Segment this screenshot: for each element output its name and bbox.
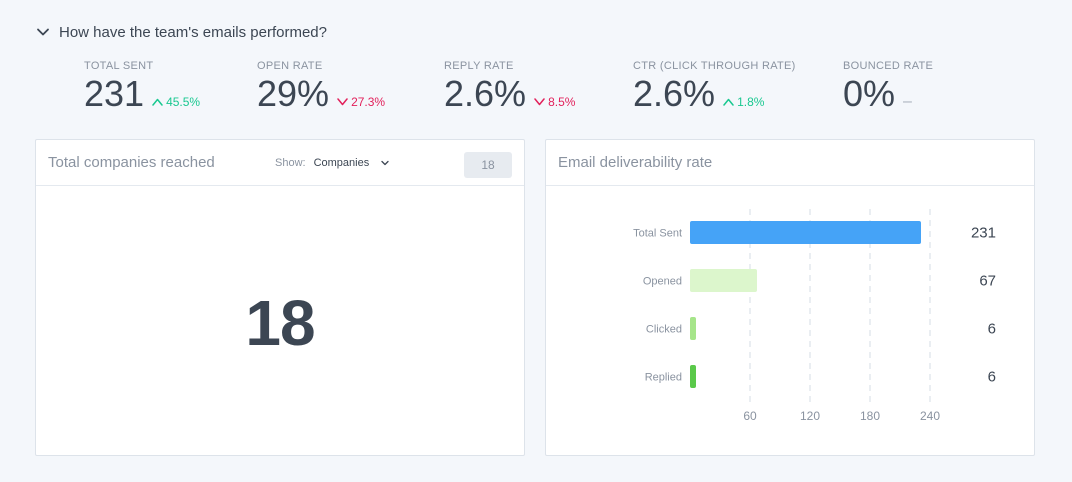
show-label: Show:	[275, 157, 306, 169]
stat-delta: 1.8%	[723, 95, 764, 109]
show-select[interactable]: Companies	[314, 157, 391, 169]
companies-total: 18	[245, 287, 315, 359]
stat-label: OPEN RATE	[257, 60, 323, 72]
stat-label: BOUNCED RATE	[843, 60, 934, 72]
arrow-up-icon	[723, 98, 734, 106]
card-header: Total companies reached Show: Companies …	[36, 140, 524, 186]
bar	[690, 317, 696, 340]
stat-total-sent: TOTAL SENT 231 45.5%	[84, 60, 200, 114]
arrow-down-icon	[337, 98, 348, 106]
section-toggle[interactable]: How have the team's emails performed?	[36, 20, 327, 44]
chevron-down-icon	[380, 158, 390, 168]
stat-delta: 45.5%	[152, 95, 200, 109]
bar-value-label: 6	[988, 369, 996, 386]
x-tick-label: 60	[743, 409, 757, 423]
stat-delta: 27.3%	[337, 95, 385, 109]
bar-category-label: Replied	[645, 372, 682, 384]
stat-delta: 8.5%	[534, 95, 575, 109]
stat-value: 29%	[257, 73, 330, 114]
bar-category-label: Clicked	[646, 324, 682, 336]
arrow-up-icon	[152, 98, 163, 106]
card-title: Email deliverability rate	[558, 154, 713, 171]
bar-value-label: 67	[979, 273, 996, 290]
section-title: How have the team's emails performed?	[59, 23, 327, 41]
deliverability-card: Email deliverability rate Total Sent 231 O…	[545, 139, 1035, 456]
stat-value: 0%	[843, 73, 896, 114]
stat-value: 2.6%	[444, 73, 527, 114]
show-filter: Show: Companies	[275, 140, 390, 186]
stat-label: CTR (CLICK THROUGH RATE)	[633, 60, 796, 72]
x-tick-label: 240	[920, 409, 940, 423]
stat-delta: –	[903, 93, 912, 111]
stat-delta-value: 8.5%	[548, 95, 576, 109]
stat-bounced-rate: BOUNCED RATE 0% –	[843, 60, 933, 114]
companies-card: Total companies reached Show: Companies …	[35, 139, 525, 456]
stat-value: 2.6%	[633, 73, 716, 114]
stat-delta-value: 45.5%	[166, 95, 201, 109]
x-tick-label: 120	[800, 409, 820, 423]
stat-ctr: CTR (CLICK THROUGH RATE) 2.6% 1.8%	[633, 60, 796, 114]
arrow-down-icon	[534, 98, 545, 106]
bar-value-label: 6	[988, 321, 996, 338]
bar	[690, 365, 696, 388]
bar	[690, 269, 757, 292]
count-badge: 18	[464, 152, 512, 178]
deliverability-chart: Total Sent 231 Opened 67 Clicked 6 Replied 6 60 1…	[546, 187, 1034, 455]
bar-category-label: Total Sent	[633, 228, 682, 240]
stat-label: REPLY RATE	[444, 60, 514, 72]
card-title: Total companies reached	[48, 154, 215, 171]
chevron-down-icon	[36, 25, 50, 39]
stat-delta-value: 1.8%	[737, 95, 765, 109]
stat-delta-value: 27.3%	[351, 95, 386, 109]
bar-category-label: Opened	[643, 276, 682, 288]
stat-value: 231	[84, 73, 145, 114]
stat-delta-value: –	[903, 93, 912, 110]
bar-value-label: 231	[971, 225, 996, 242]
stat-reply-rate: REPLY RATE 2.6% 8.5%	[444, 60, 575, 114]
show-select-value: Companies	[313, 157, 370, 169]
card-header: Email deliverability rate	[546, 140, 1034, 186]
x-tick-label: 180	[860, 409, 880, 423]
bar	[690, 221, 921, 244]
deliverability-chart-svg: Total Sent 231 Opened 67 Clicked 6 Replied 6 60 1…	[633, 209, 996, 423]
stat-open-rate: OPEN RATE 29% 27.3%	[257, 60, 385, 114]
stat-label: TOTAL SENT	[84, 60, 154, 72]
